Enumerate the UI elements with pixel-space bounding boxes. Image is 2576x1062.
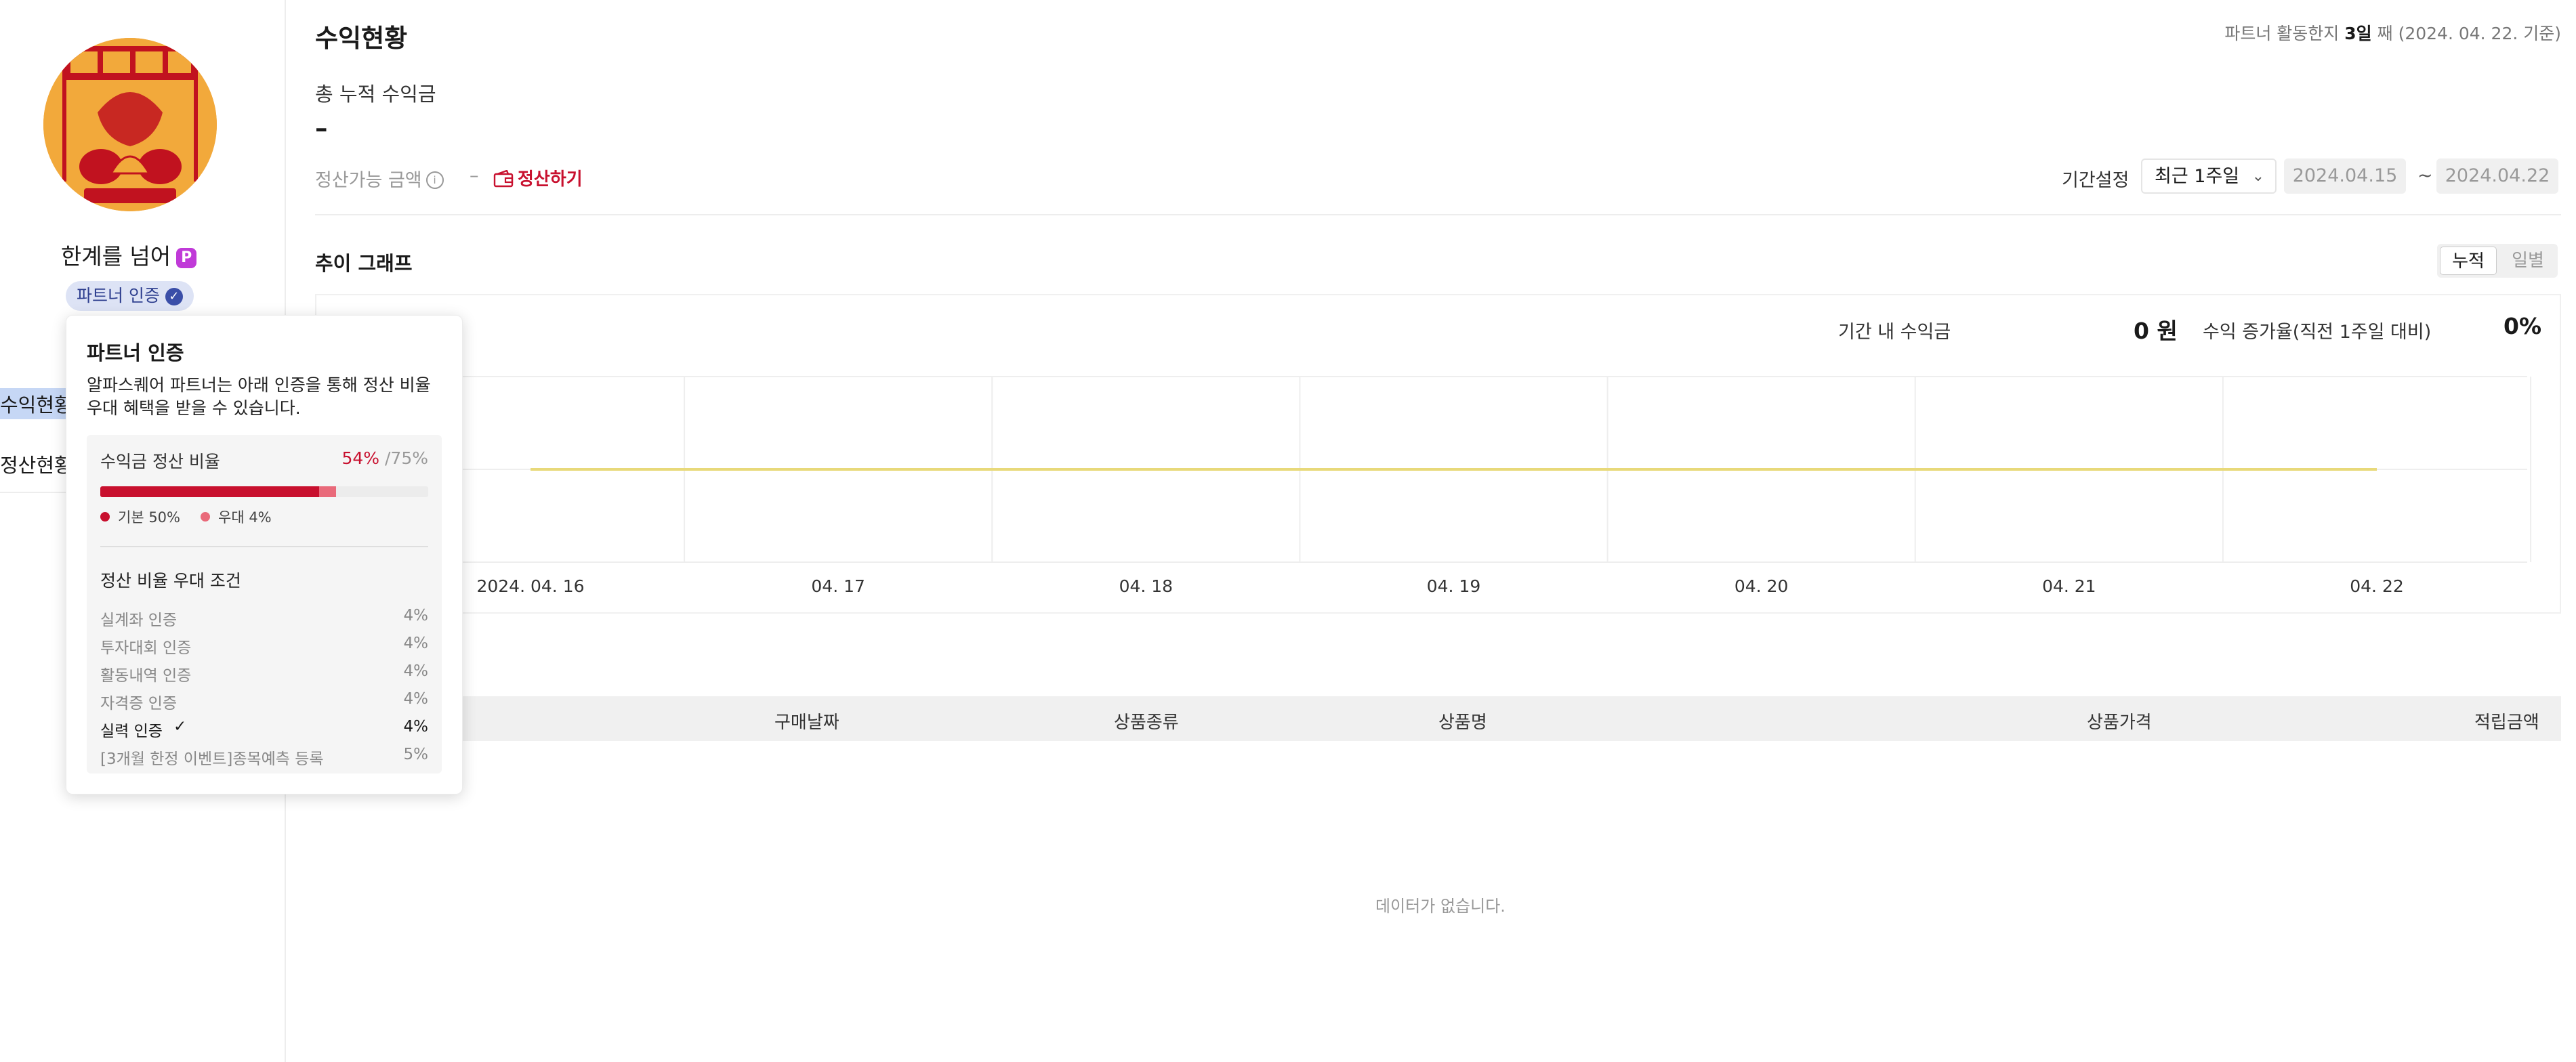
page-title: 수익현황 (315, 24, 408, 53)
wallet-icon (493, 169, 514, 187)
activity-prefix: 파트너 활동한지 (2224, 24, 2345, 43)
legend-basic-dot (100, 512, 110, 522)
activity-days: 3일 (2344, 24, 2372, 43)
date-range-separator: ~ (2417, 165, 2433, 186)
settle-amount-text: 정산가능 금액 (315, 170, 422, 191)
col-product-name: 상품명 (1438, 713, 1487, 733)
condition-row: [3개월 한정 이벤트]종목예측 등록 5% (100, 746, 428, 773)
period-select[interactable]: 최근 1주일 ⌄ (2141, 158, 2277, 194)
period-select-value: 최근 1주일 (2155, 166, 2240, 187)
condition-value: 4% (403, 690, 429, 708)
toggle-cumulative[interactable]: 누적 (2440, 247, 2497, 275)
condition-row: 실계좌 인증 4% (100, 607, 428, 634)
condition-value: 5% (403, 746, 429, 763)
kpi-growth-label: 수익 증가율(직전 1주일 대비) (2203, 322, 2432, 343)
settlement-rate-box: 수익금 정산 비율 54% /75% 기본 50% 우대 4% 정산 비율 우대… (87, 435, 442, 773)
partner-cert-badge[interactable]: 파트너 인증 ✓ (66, 281, 194, 311)
info-icon[interactable]: i (425, 171, 444, 189)
condition-check-icon: ✓ (173, 718, 187, 736)
total-revenue-value: – (315, 114, 328, 143)
condition-value: 4% (403, 607, 429, 624)
section-divider (315, 214, 2561, 215)
partner-activity-info: 파트너 활동한지 3일 째 (2024. 04. 22. 기준) (2224, 20, 2561, 45)
popover-description: 알파스퀘어 파트너는 아래 인증을 통해 정산 비율 우대 혜택을 받을 수 있… (87, 375, 431, 418)
date-from-input[interactable]: 2024.04.15 (2284, 158, 2406, 194)
partner-cert-popover: 파트너 인증 알파스퀘어 파트너는 아래 인증을 통해 정산 비율 우대 혜택을… (66, 315, 463, 794)
settlement-rate-bar-basic (100, 486, 319, 497)
settle-amount-value: – (470, 165, 479, 186)
settlement-rate-bar (100, 486, 428, 497)
col-product-price: 상품가격 (2087, 713, 2152, 733)
settle-button-label: 정산하기 (518, 169, 583, 190)
conditions-title: 정산 비율 우대 조건 (100, 571, 241, 591)
condition-name: 자격증 인증 (100, 695, 178, 713)
avatar[interactable] (43, 38, 217, 211)
condition-name: [3개월 한정 이벤트]종목예측 등록 (100, 750, 324, 768)
period-label: 기간설정 (2062, 170, 2130, 191)
legend-bonus: 우대 4% (201, 507, 272, 527)
settle-button[interactable]: 정산하기 (493, 165, 583, 190)
trend-graph-title: 추이 그래프 (315, 252, 413, 275)
kpi-period-revenue-label: 기간 내 수익금 (1838, 322, 1951, 343)
legend-basic: 기본 50% (100, 507, 180, 527)
settlement-rate-current: 54% (341, 448, 380, 468)
table-empty-message: 데이터가 없습니다. (1375, 897, 1505, 916)
verified-check-icon: ✓ (165, 288, 183, 305)
profile-name: 한계를 넘어 P (0, 238, 257, 271)
activity-suffix: 째 (2024. 04. 22. 기준) (2371, 24, 2561, 43)
condition-value: 4% (403, 635, 429, 652)
toggle-daily[interactable]: 일별 (2501, 247, 2555, 275)
partner-cert-label: 파트너 인증 (77, 286, 160, 305)
kpi-growth-value: 0% (2504, 313, 2542, 339)
condition-name: 실력 인증 (100, 723, 163, 740)
kpi-period-revenue-value: 0 원 (2134, 318, 2178, 344)
condition-name: 실계좌 인증 (100, 612, 178, 629)
col-product-type: 상품종류 (1114, 713, 1179, 733)
condition-value: 4% (403, 718, 429, 736)
col-reward-amount: 적립금액 (2474, 713, 2539, 733)
condition-value: 4% (403, 662, 429, 680)
chart-mode-toggle: 누적 일별 (2437, 244, 2558, 278)
condition-row: 실력 인증 ✓ 4% (100, 718, 428, 745)
condition-name: 투자대회 인증 (100, 639, 192, 657)
condition-row: 자격증 인증 4% (100, 690, 428, 717)
date-to-input[interactable]: 2024.04.22 (2436, 158, 2558, 194)
sidebar-item-revenue[interactable]: 수익현황 (0, 388, 72, 419)
chevron-down-icon: ⌄ (2251, 168, 2264, 185)
popover-divider (100, 546, 428, 547)
settlement-rate-label: 수익금 정산 비율 (100, 452, 220, 471)
total-revenue-label: 총 누적 수익금 (315, 83, 436, 106)
condition-row: 활동내역 인증 4% (100, 662, 428, 689)
col-purchase-date: 구매날짜 (774, 713, 839, 733)
condition-row: 투자대회 인증 4% (100, 635, 428, 662)
legend-bonus-label: 우대 4% (218, 509, 272, 526)
legend-bonus-dot (201, 512, 210, 522)
partner-p-icon: P (176, 247, 197, 268)
profile-name-text: 한계를 넘어 (60, 243, 171, 270)
settlement-rate-bar-bonus (318, 486, 337, 497)
condition-name: 활동내역 인증 (100, 667, 192, 685)
sidebar-item-settlement[interactable]: 정산현황 (0, 450, 72, 478)
popover-title: 파트너 인증 (87, 341, 184, 364)
settlement-rate-value: 54% /75% (341, 448, 428, 468)
settlement-rate-max: /75% (385, 448, 428, 468)
legend-basic-label: 기본 50% (118, 509, 180, 526)
settle-amount-label: 정산가능 금액 i (315, 165, 444, 192)
